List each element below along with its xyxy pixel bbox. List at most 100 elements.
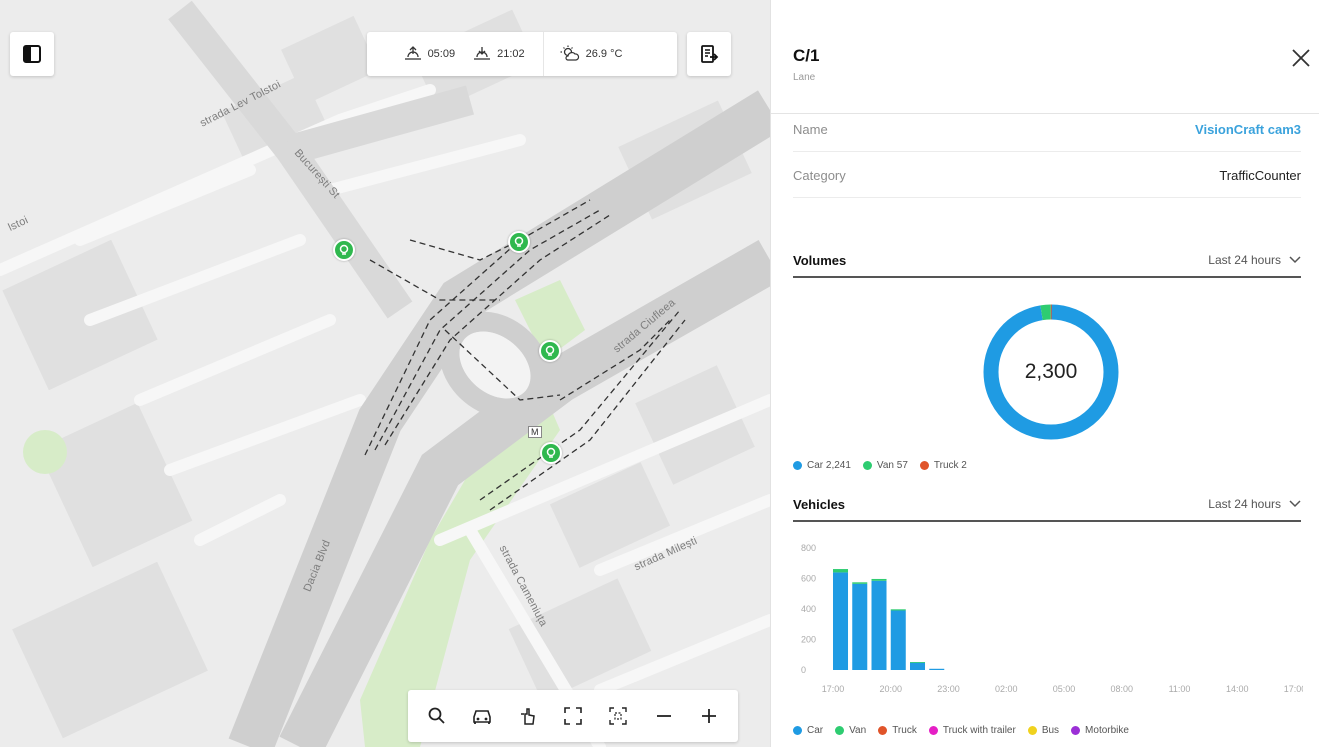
vehicles-section-header: Vehicles Last 24 hours <box>793 488 1301 522</box>
x-tick-label: 05:00 <box>1053 684 1076 694</box>
legend-label: Car <box>807 725 824 736</box>
legend-item-car: Car 2,241 <box>793 460 851 471</box>
legend-label: Truck 2 <box>933 460 967 471</box>
property-key: Category <box>793 168 846 183</box>
weather-bar: 05:09 21:02 26.9 °C <box>367 32 677 76</box>
partly-cloudy-icon <box>560 45 579 61</box>
legend-dot <box>793 726 802 735</box>
legend-label: Van <box>849 725 867 736</box>
legend-label: Truck with trailer <box>942 725 1016 736</box>
volumes-donut-chart: 2,300 <box>979 300 1123 444</box>
close-icon <box>1292 49 1310 67</box>
divider <box>542 32 544 76</box>
camera-marker[interactable] <box>508 231 530 253</box>
legend-dot <box>1071 726 1081 735</box>
legend-dot <box>835 726 845 735</box>
sunset-info: 21:02 <box>473 46 525 62</box>
x-tick-label: 17:00 <box>1284 684 1303 694</box>
legend-item-truck-with-trailer: Truck with trailer <box>928 725 1016 736</box>
bar-van <box>852 582 868 584</box>
map-view[interactable]: strada Lev Tolstoi lstoi București St st… <box>0 0 770 747</box>
panel-title: C/1 <box>793 46 820 65</box>
legend-dot <box>1027 726 1037 735</box>
temperature-info: 26.9 °C <box>560 45 622 63</box>
vehicles-range-dropdown[interactable]: Last 24 hours <box>1208 497 1301 511</box>
panel-header: C/1 Lane <box>771 0 1319 114</box>
bar-van <box>833 569 849 573</box>
minus-icon <box>656 715 671 717</box>
vehicles-heading: Vehicles <box>793 496 846 512</box>
legend-dot <box>928 726 938 735</box>
property-row-category: Category TrafficCounter <box>793 154 1301 198</box>
legend-item-car: Car <box>793 725 823 736</box>
legend-item-bus: Bus <box>1027 725 1060 736</box>
volumes-legend: Car 2,241 Van 57 Truck 2 <box>793 460 979 471</box>
legend-label: Truck <box>892 725 917 736</box>
sunrise-info: 05:09 <box>404 46 455 62</box>
legend-item-truck: Truck 2 <box>919 460 967 471</box>
x-tick-label: 23:00 <box>937 684 960 694</box>
zoom-in-button[interactable] <box>692 699 726 733</box>
export-button[interactable] <box>687 32 731 76</box>
bar-car <box>910 662 926 670</box>
sunrise-icon <box>404 46 421 60</box>
export-icon <box>701 45 719 63</box>
legend-dot <box>878 726 888 735</box>
volumes-range-label: Last 24 hours <box>1208 253 1281 267</box>
x-tick-label: 20:00 <box>879 684 902 694</box>
volumes-total: 2,300 <box>1024 360 1078 383</box>
legend-dot <box>793 461 802 470</box>
legend-label: Bus <box>1041 725 1060 736</box>
search-button[interactable] <box>420 699 454 733</box>
x-tick-label: 02:00 <box>995 684 1018 694</box>
vehicles-bar-chart: 0 200 400 600 800 17:00 20:00 23:00 02:00 05:00 08… <box>801 543 1303 694</box>
property-row-name: Name VisionCraft cam3 <box>793 108 1301 152</box>
fit-bounds-button[interactable] <box>601 699 635 733</box>
vehicles-range-label: Last 24 hours <box>1208 497 1281 511</box>
x-tick-label: 14:00 <box>1226 684 1249 694</box>
close-button[interactable] <box>1289 46 1313 70</box>
x-tick-label: 11:00 <box>1169 684 1191 694</box>
camera-icon <box>339 244 349 255</box>
legend-item-motorbike: Motorbike <box>1071 725 1129 736</box>
car-icon <box>473 710 491 724</box>
y-tick-label: 800 <box>801 543 816 553</box>
x-tick-label: 17:00 <box>822 684 845 694</box>
legend-item-van: Van <box>835 725 866 736</box>
y-tick-label: 400 <box>801 604 816 614</box>
legend-item-van: Van 57 <box>862 460 908 471</box>
volumes-heading: Volumes <box>793 252 847 268</box>
camera-marker[interactable] <box>539 340 561 362</box>
chevron-down-icon <box>1289 500 1301 508</box>
legend-label: Motorbike <box>1085 725 1129 736</box>
camera-marker[interactable] <box>333 239 355 261</box>
traffic-layer-button[interactable] <box>465 699 499 733</box>
sidebar-toggle-button[interactable] <box>10 32 54 76</box>
property-value-link[interactable]: VisionCraft cam3 <box>1195 122 1301 137</box>
pointer-tool-button[interactable] <box>511 699 545 733</box>
bar-car <box>871 580 887 670</box>
fit-bounds-icon <box>609 707 628 725</box>
legend-dot <box>862 461 872 470</box>
fullscreen-icon <box>564 707 582 725</box>
x-tick-label: 08:00 <box>1110 684 1133 694</box>
plus-icon <box>702 709 717 723</box>
fullscreen-button[interactable] <box>556 699 590 733</box>
camera-marker[interactable] <box>540 442 562 464</box>
y-tick-label: 600 <box>801 574 816 584</box>
bar-car <box>929 668 945 670</box>
volumes-section-header: Volumes Last 24 hours <box>793 244 1301 278</box>
zoom-out-button[interactable] <box>647 699 681 733</box>
bar-van <box>890 609 906 611</box>
sunset-icon <box>474 47 491 60</box>
panel-subtitle: Lane <box>793 72 816 83</box>
bar-van <box>910 662 926 663</box>
volumes-range-dropdown[interactable]: Last 24 hours <box>1208 253 1301 267</box>
legend-label: Car 2,241 <box>807 460 851 471</box>
legend-item-truck: Truck <box>878 725 917 736</box>
road-shield: M <box>528 426 542 438</box>
sunset-time: 21:02 <box>497 48 525 60</box>
bar-car <box>852 583 868 670</box>
sidebar-icon <box>23 45 41 63</box>
property-key: Name <box>793 122 828 137</box>
